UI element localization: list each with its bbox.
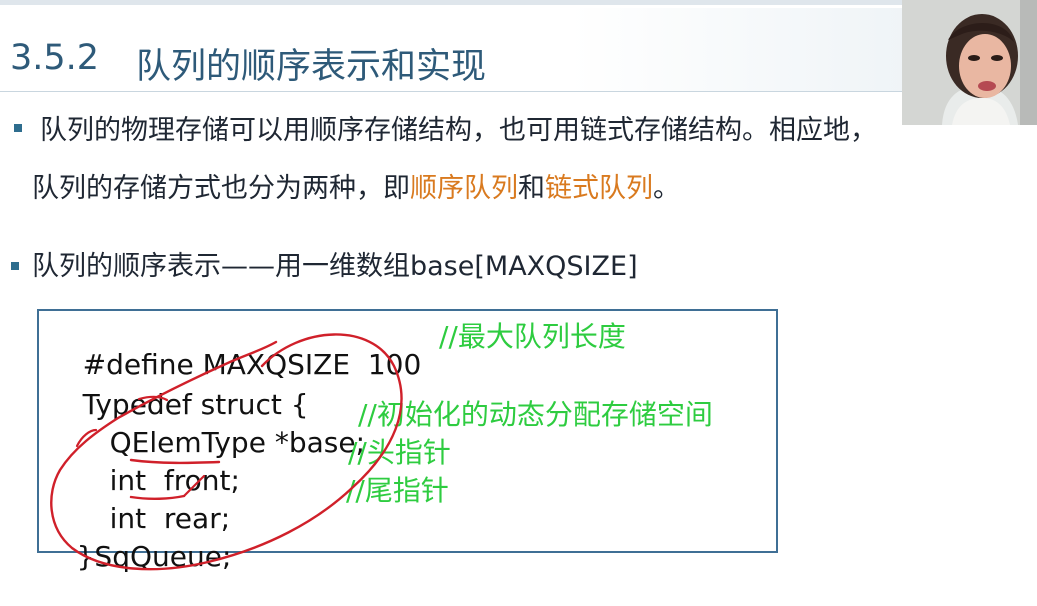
section-number: 3.5.2	[10, 38, 100, 78]
bullet-1-line-2: 队列的存储方式也分为两种，即顺序队列和链式队列。	[32, 166, 680, 205]
presenter-figure	[902, 0, 1037, 125]
term-sequential-queue: 顺序队列	[410, 173, 518, 204]
bullet-1-text-2: 队列的存储方式也分为两种，即	[32, 173, 410, 204]
code-line-close: }SqQueue;	[41, 507, 232, 606]
square-bullet-icon	[11, 262, 19, 270]
slide-header: 3.5.2 队列的顺序表示和实现	[0, 8, 1037, 92]
conjunction: 和	[518, 173, 545, 204]
bullet-1-line-1: 队列的物理存储可以用顺序存储结构，也可用链式存储结构。相应地，	[40, 108, 877, 147]
term-linked-queue: 链式队列	[545, 173, 653, 204]
top-rule	[0, 0, 1037, 5]
bullet-2: 队列的顺序表示——用一维数组base[MAXQSIZE]	[32, 244, 638, 283]
code-box: #define MAXQSIZE 100 //最大队列长度 Typedef st…	[37, 309, 778, 573]
period: 。	[653, 173, 680, 204]
comment-max-length: //最大队列长度	[439, 320, 626, 353]
presenter-video-icon	[902, 0, 1037, 125]
header-divider	[0, 91, 1037, 92]
comment-front: //头指针	[348, 436, 451, 469]
bullet-2-text: 队列的顺序表示——用一维数组base[MAXQSIZE]	[32, 251, 638, 282]
section-title: 队列的顺序表示和实现	[136, 47, 487, 87]
bullet-1-text: 队列的物理存储可以用顺序存储结构，也可用链式存储结构。相应地，	[40, 115, 877, 146]
struct-close: }SqQueue;	[76, 540, 232, 573]
comment-base: //初始化的动态分配存储空间	[358, 398, 713, 431]
square-bullet-icon	[14, 124, 22, 132]
comment-rear: //尾指针	[346, 474, 449, 507]
